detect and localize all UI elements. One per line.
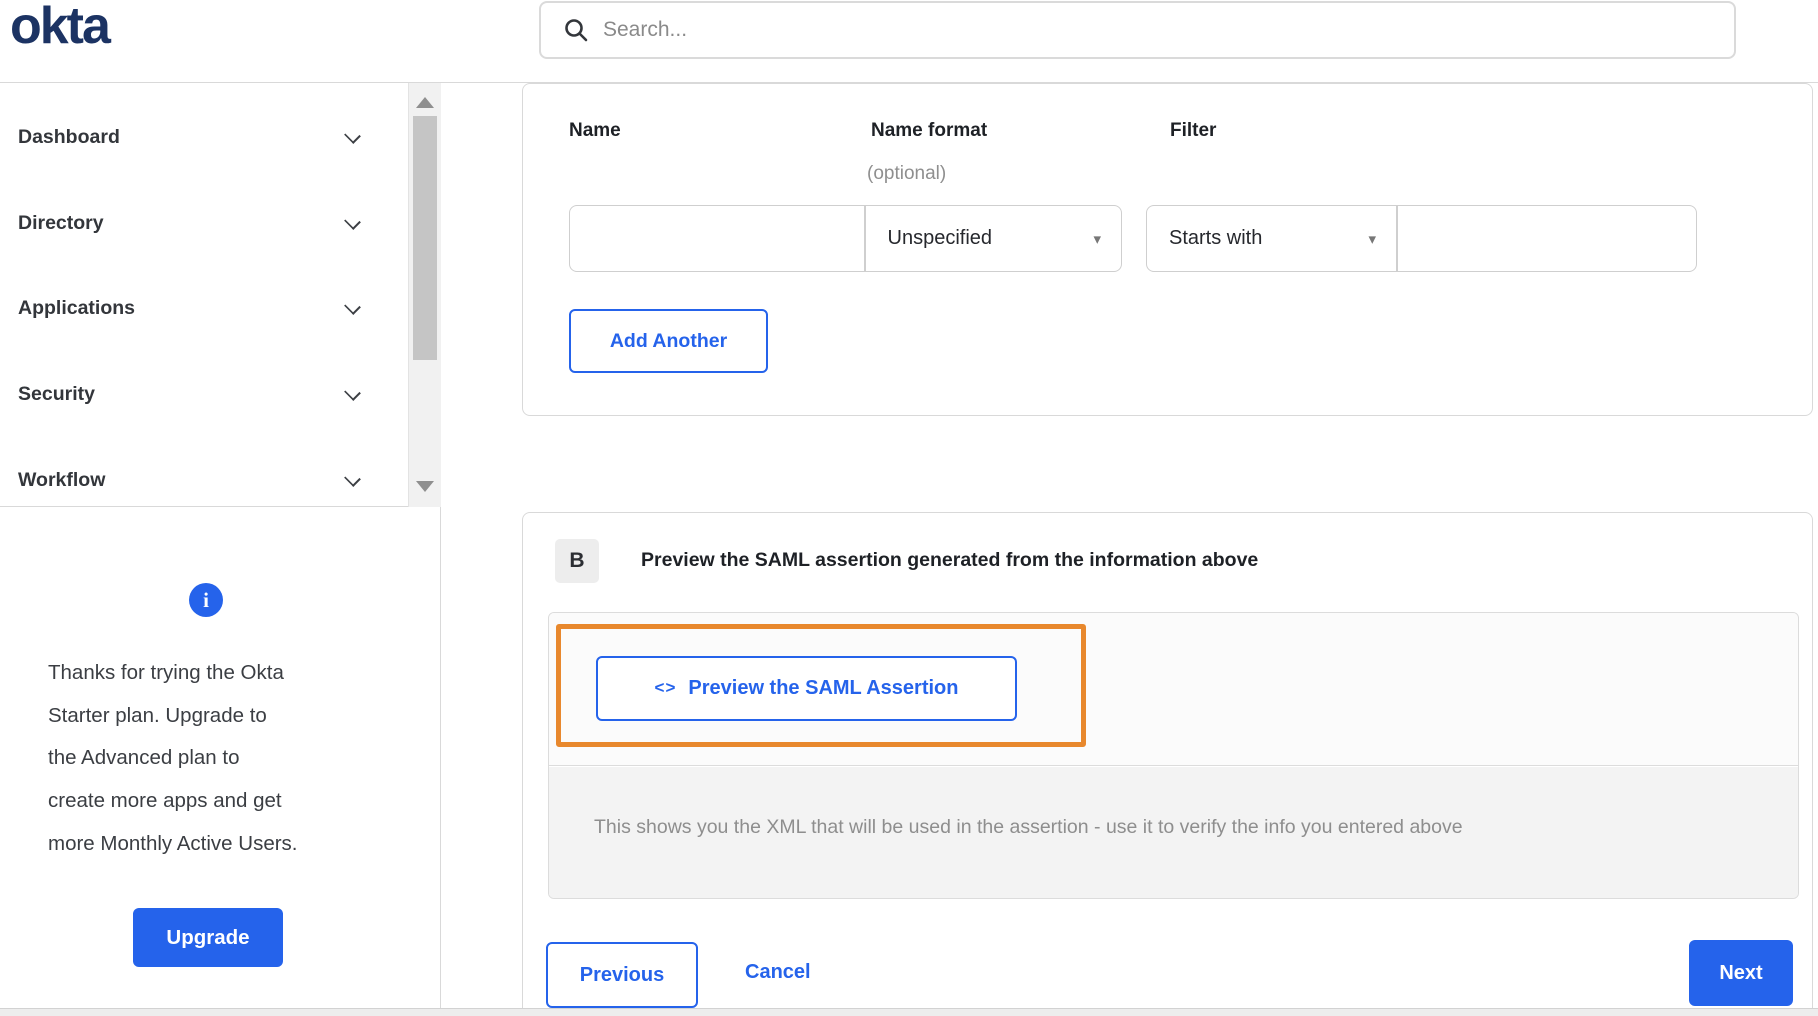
chevron-down-icon <box>344 298 361 315</box>
trial-notice-line: Starter plan. Upgrade to <box>48 703 267 727</box>
preview-assertion-panel: B Preview the SAML assertion generated f… <box>522 512 1813 1016</box>
preview-saml-assertion-button[interactable]: <> Preview the SAML Assertion <box>596 656 1017 721</box>
preview-description-area: This shows you the XML that will be used… <box>549 767 1798 898</box>
search-icon <box>565 19 588 42</box>
name-input[interactable] <box>570 206 864 271</box>
sidebar-item-label: Dashboard <box>18 125 120 148</box>
code-icon: <> <box>654 677 677 697</box>
name-format-select[interactable]: Unspecified ▾ <box>866 206 1122 271</box>
chevron-down-icon <box>344 384 361 401</box>
info-icon: i <box>189 583 223 617</box>
next-button[interactable]: Next <box>1689 940 1793 1006</box>
chevron-down-icon <box>344 470 361 487</box>
cancel-link[interactable]: Cancel <box>745 961 811 984</box>
filter-type-value: Starts with <box>1169 227 1263 249</box>
name-format-optional-hint: (optional) <box>867 163 947 184</box>
step-b-badge: B <box>555 539 599 583</box>
sidebar-nav: Dashboard Directory Applications Securit… <box>0 83 441 507</box>
filter-value-input[interactable] <box>1397 206 1695 271</box>
dropdown-caret-icon: ▾ <box>1368 230 1376 248</box>
sidebar-item-label: Security <box>18 382 95 405</box>
filter-type-select[interactable]: Starts with ▾ <box>1147 206 1396 271</box>
trial-notice-line: more Monthly Active Users. <box>48 831 298 855</box>
sidebar-item-label: Directory <box>18 211 104 234</box>
name-column-label: Name <box>569 120 621 141</box>
sidebar-item-dashboard[interactable]: Dashboard <box>0 113 407 161</box>
chevron-down-icon <box>344 127 361 144</box>
window-bottom-edge <box>0 1008 1818 1016</box>
name-format-column-label: Name format <box>871 120 988 141</box>
sidebar-scrollbar[interactable] <box>408 83 441 507</box>
scrollbar-down-arrow-icon[interactable] <box>416 481 434 492</box>
trial-notice-line: create more apps and get <box>48 789 282 813</box>
sidebar-item-label: Workflow <box>18 468 106 491</box>
chevron-down-icon <box>344 213 361 230</box>
preview-button-label: Preview the SAML Assertion <box>688 677 959 699</box>
name-format-value: Unspecified <box>887 227 993 249</box>
okta-logo: okta <box>10 0 111 55</box>
trial-notice: Thanks for trying the Okta Starter plan.… <box>48 652 393 866</box>
upgrade-button[interactable]: Upgrade <box>133 908 283 967</box>
sidebar-item-label: Applications <box>18 296 136 319</box>
sidebar: Dashboard Directory Applications Securit… <box>0 83 441 1016</box>
scrollbar-up-arrow-icon[interactable] <box>416 97 434 108</box>
sidebar-item-directory[interactable]: Directory <box>0 199 407 247</box>
sidebar-item-applications[interactable]: Applications <box>0 284 407 332</box>
attribute-statements-panel: Name Name format (optional) Filter Unspe… <box>522 83 1813 416</box>
previous-button[interactable]: Previous <box>546 942 698 1008</box>
name-field-group: Unspecified ▾ <box>569 205 1122 272</box>
preview-description: This shows you the XML that will be used… <box>594 816 1463 838</box>
preview-box: <> Preview the SAML Assertion This shows… <box>548 612 1799 899</box>
sidebar-item-workflow[interactable]: Workflow <box>0 456 407 504</box>
preview-section-heading: Preview the SAML assertion generated fro… <box>641 549 1259 571</box>
add-another-button[interactable]: Add Another <box>569 309 768 373</box>
sidebar-item-security[interactable]: Security <box>0 370 407 418</box>
dropdown-caret-icon: ▾ <box>1093 230 1101 248</box>
trial-notice-line: Thanks for trying the Okta <box>48 661 284 684</box>
filter-field-group: Starts with ▾ <box>1146 205 1697 272</box>
scrollbar-thumb[interactable] <box>413 116 437 360</box>
search-input[interactable] <box>603 3 1734 57</box>
trial-notice-line: the Advanced plan to <box>48 746 240 770</box>
preview-button-area: <> Preview the SAML Assertion <box>549 613 1798 766</box>
filter-column-label: Filter <box>1170 120 1217 141</box>
global-search[interactable] <box>539 1 1736 59</box>
